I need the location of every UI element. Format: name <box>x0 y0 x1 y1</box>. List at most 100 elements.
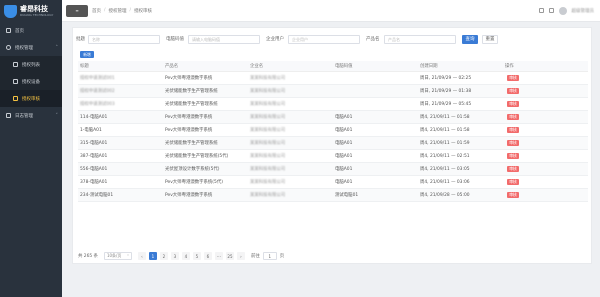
table-row: 387-电脑A01 光伏储能数字生产管理系统(5代) 某某科技有限公司 电脑A01 周4… <box>78 150 588 163</box>
table-cell: 光伏储能数字生产管理系统 <box>165 141 218 146</box>
table-body: 授权申请测试001 Pev大师粤港澳数字系统 某某科技有限公司 周日, 21/09/2… <box>78 72 588 202</box>
audit-button[interactable]: 审核 <box>507 114 519 120</box>
goto-page: 前往 1 页 <box>250 252 285 260</box>
audit-button[interactable]: 审核 <box>507 140 519 146</box>
fullscreen-icon[interactable] <box>548 8 554 13</box>
audit-button[interactable]: 审核 <box>507 88 519 94</box>
page-button[interactable]: 25 <box>225 252 234 260</box>
topbar: ≡ 首页 / 授权管理 / 授权审核 超级管理员 <box>62 0 600 22</box>
total-count: 共 265 条 <box>78 254 98 259</box>
goto-page-input[interactable]: 1 <box>262 252 277 260</box>
page-button[interactable]: ··· <box>214 252 223 260</box>
table-cell: 电脑A01 <box>335 115 353 120</box>
sidebar-item-auth-device[interactable]: 授权设备 <box>0 73 62 90</box>
prev-page-button[interactable]: ‹ <box>137 252 146 260</box>
table-cell: 周日, 21/09/29 — 05:45 <box>420 102 472 107</box>
table-cell: 315-电脑A01 <box>80 141 108 146</box>
next-page-button[interactable]: › <box>236 252 245 260</box>
table-cell: 某某科技有限公司 <box>250 76 286 81</box>
breadcrumb-item[interactable]: 授权管理 <box>109 8 127 14</box>
company-input[interactable]: 企业用户 <box>288 34 360 44</box>
table-cell: 电脑A01 <box>335 128 353 133</box>
avatar[interactable] <box>558 6 567 15</box>
table-cell: 周4, 21/09/28 — 05:00 <box>420 193 470 198</box>
table-cell: 周4, 21/09/11 — 01:58 <box>420 128 470 133</box>
table-cell: 周4, 21/09/11 — 03:05 <box>420 167 470 172</box>
table-cell: 周4, 21/09/11 — 01:58 <box>420 115 470 120</box>
query-button[interactable]: 查询 <box>462 34 478 44</box>
table-row: 556-电脑A01 光伏屋顶设计数字系统(5代) 某某科技有限公司 电脑A01 周4, … <box>78 163 588 176</box>
logo: 睿昂科技 RUIANG TECHNOLOGY <box>0 0 62 22</box>
sidebar-item-label: 授权管理 <box>15 45 33 51</box>
sidebar-item-auth-manage[interactable]: 授权管理 ˄ <box>0 39 62 56</box>
product-label: 产品名 <box>366 37 380 42</box>
list-icon <box>13 62 18 67</box>
page-button[interactable]: 6 <box>203 252 212 260</box>
sidebar-item-label: 首页 <box>15 28 24 34</box>
column-header: 操作 <box>505 64 514 69</box>
breadcrumb-item: 授权审核 <box>134 8 153 14</box>
page-button[interactable]: 5 <box>192 252 201 260</box>
sidebar-item-home[interactable]: 首页 <box>0 22 62 39</box>
table-cell: 某某科技有限公司 <box>250 167 286 172</box>
table-row: 315-电脑A01 光伏储能数字生产管理系统 某某科技有限公司 电脑A01 周4, 21… <box>78 137 588 150</box>
audit-button[interactable]: 审核 <box>507 153 519 159</box>
table-cell: 光伏储能数字生产管理系统 <box>165 102 218 107</box>
sidebar-toggle-button[interactable]: ≡ <box>66 4 88 17</box>
table-cell: 某某科技有限公司 <box>250 193 286 198</box>
table-cell: Pev大师粤港澳数字系统 <box>165 128 213 133</box>
company-label: 企业用户 <box>266 37 284 42</box>
table-cell: 周日, 21/09/29 — 02:25 <box>420 76 472 81</box>
page-button[interactable]: 2 <box>159 252 168 260</box>
table-cell: 某某科技有限公司 <box>250 115 286 120</box>
page-button[interactable]: 1 <box>148 252 157 260</box>
column-header: 标题 <box>80 64 89 69</box>
audit-button[interactable]: 审核 <box>507 75 519 81</box>
sidebar-item-label: 授权列表 <box>22 62 40 68</box>
sidebar-item-auth-list[interactable]: 授权列表 <box>0 56 62 73</box>
table-cell: 周4, 21/09/11 — 01:59 <box>420 141 470 146</box>
gear-icon <box>6 45 11 50</box>
table-row: 234-测试电脑01 Pev大师粤港澳数字系统 某某科技有限公司 测试电脑01 周4, … <box>78 189 588 202</box>
audit-button[interactable]: 审核 <box>507 192 519 198</box>
table-cell: 电脑A01 <box>335 141 353 146</box>
reset-button[interactable]: 重置 <box>482 34 498 44</box>
audit-button[interactable]: 审核 <box>507 179 519 185</box>
audit-icon <box>13 96 18 101</box>
table-cell: Pev大师粤港澳数字系统 <box>165 193 213 198</box>
filter-bar: 批题 名称 电脑码值 请输入电脑码值 企业用户 企业用户 产品名 产品名 查询 … <box>73 30 591 48</box>
name-input[interactable]: 名称 <box>88 34 160 44</box>
chevron-down-icon: ˅ <box>126 253 129 259</box>
chevron-up-icon: ˄ <box>55 44 59 51</box>
add-button[interactable]: 新增 <box>80 51 94 58</box>
table-cell: 光伏屋顶设计数字系统(5代) <box>165 167 220 172</box>
audit-button[interactable]: 审核 <box>507 127 519 133</box>
table-row: 1-电脑A01 Pev大师粤港澳数字系统 某某科技有限公司 电脑A01 周4, 21/0… <box>78 124 588 137</box>
audit-button[interactable]: 审核 <box>507 101 519 107</box>
table-cell: 1-电脑A01 <box>80 128 102 133</box>
data-table: 标题 产品名 企业名 电脑码值 创建日期 操作 授权申请测试001 Pev大师粤港… <box>78 61 588 202</box>
page-size-select[interactable]: 10条/页 ˅ <box>103 252 132 260</box>
table-cell: 某某科技有限公司 <box>250 180 286 185</box>
table-cell: 某某科技有限公司 <box>250 154 286 159</box>
cert-input[interactable]: 请输入电脑码值 <box>188 34 260 44</box>
table-cell: 某某科技有限公司 <box>250 141 286 146</box>
sidebar-item-auth-audit[interactable]: 授权审核 <box>0 90 62 107</box>
table-cell: 378-电脑A01 <box>80 180 108 185</box>
sidebar-item-log[interactable]: 日志管理 ˅ <box>0 107 62 124</box>
user-name[interactable]: 超级管理员 <box>572 8 595 14</box>
audit-button[interactable]: 审核 <box>507 166 519 172</box>
table-row: 授权申请测试003 光伏储能数字生产管理系统 某某科技有限公司 周日, 21/09/2… <box>78 98 588 111</box>
page-list: 1 2 3 4 5 6 ··· 25 <box>148 252 237 260</box>
page-button[interactable]: 4 <box>181 252 190 260</box>
column-header: 产品名 <box>165 64 179 69</box>
table-cell: 某某科技有限公司 <box>250 89 286 94</box>
page-button[interactable]: 3 <box>170 252 179 260</box>
table-cell: 556-电脑A01 <box>80 167 108 172</box>
column-header: 企业名 <box>250 64 264 69</box>
app-name-en: RUIANG TECHNOLOGY <box>20 12 54 17</box>
breadcrumb-item[interactable]: 首页 <box>92 8 101 14</box>
table-cell: 电脑A01 <box>335 180 353 185</box>
refresh-icon[interactable] <box>538 8 544 13</box>
product-input[interactable]: 产品名 <box>384 34 456 44</box>
